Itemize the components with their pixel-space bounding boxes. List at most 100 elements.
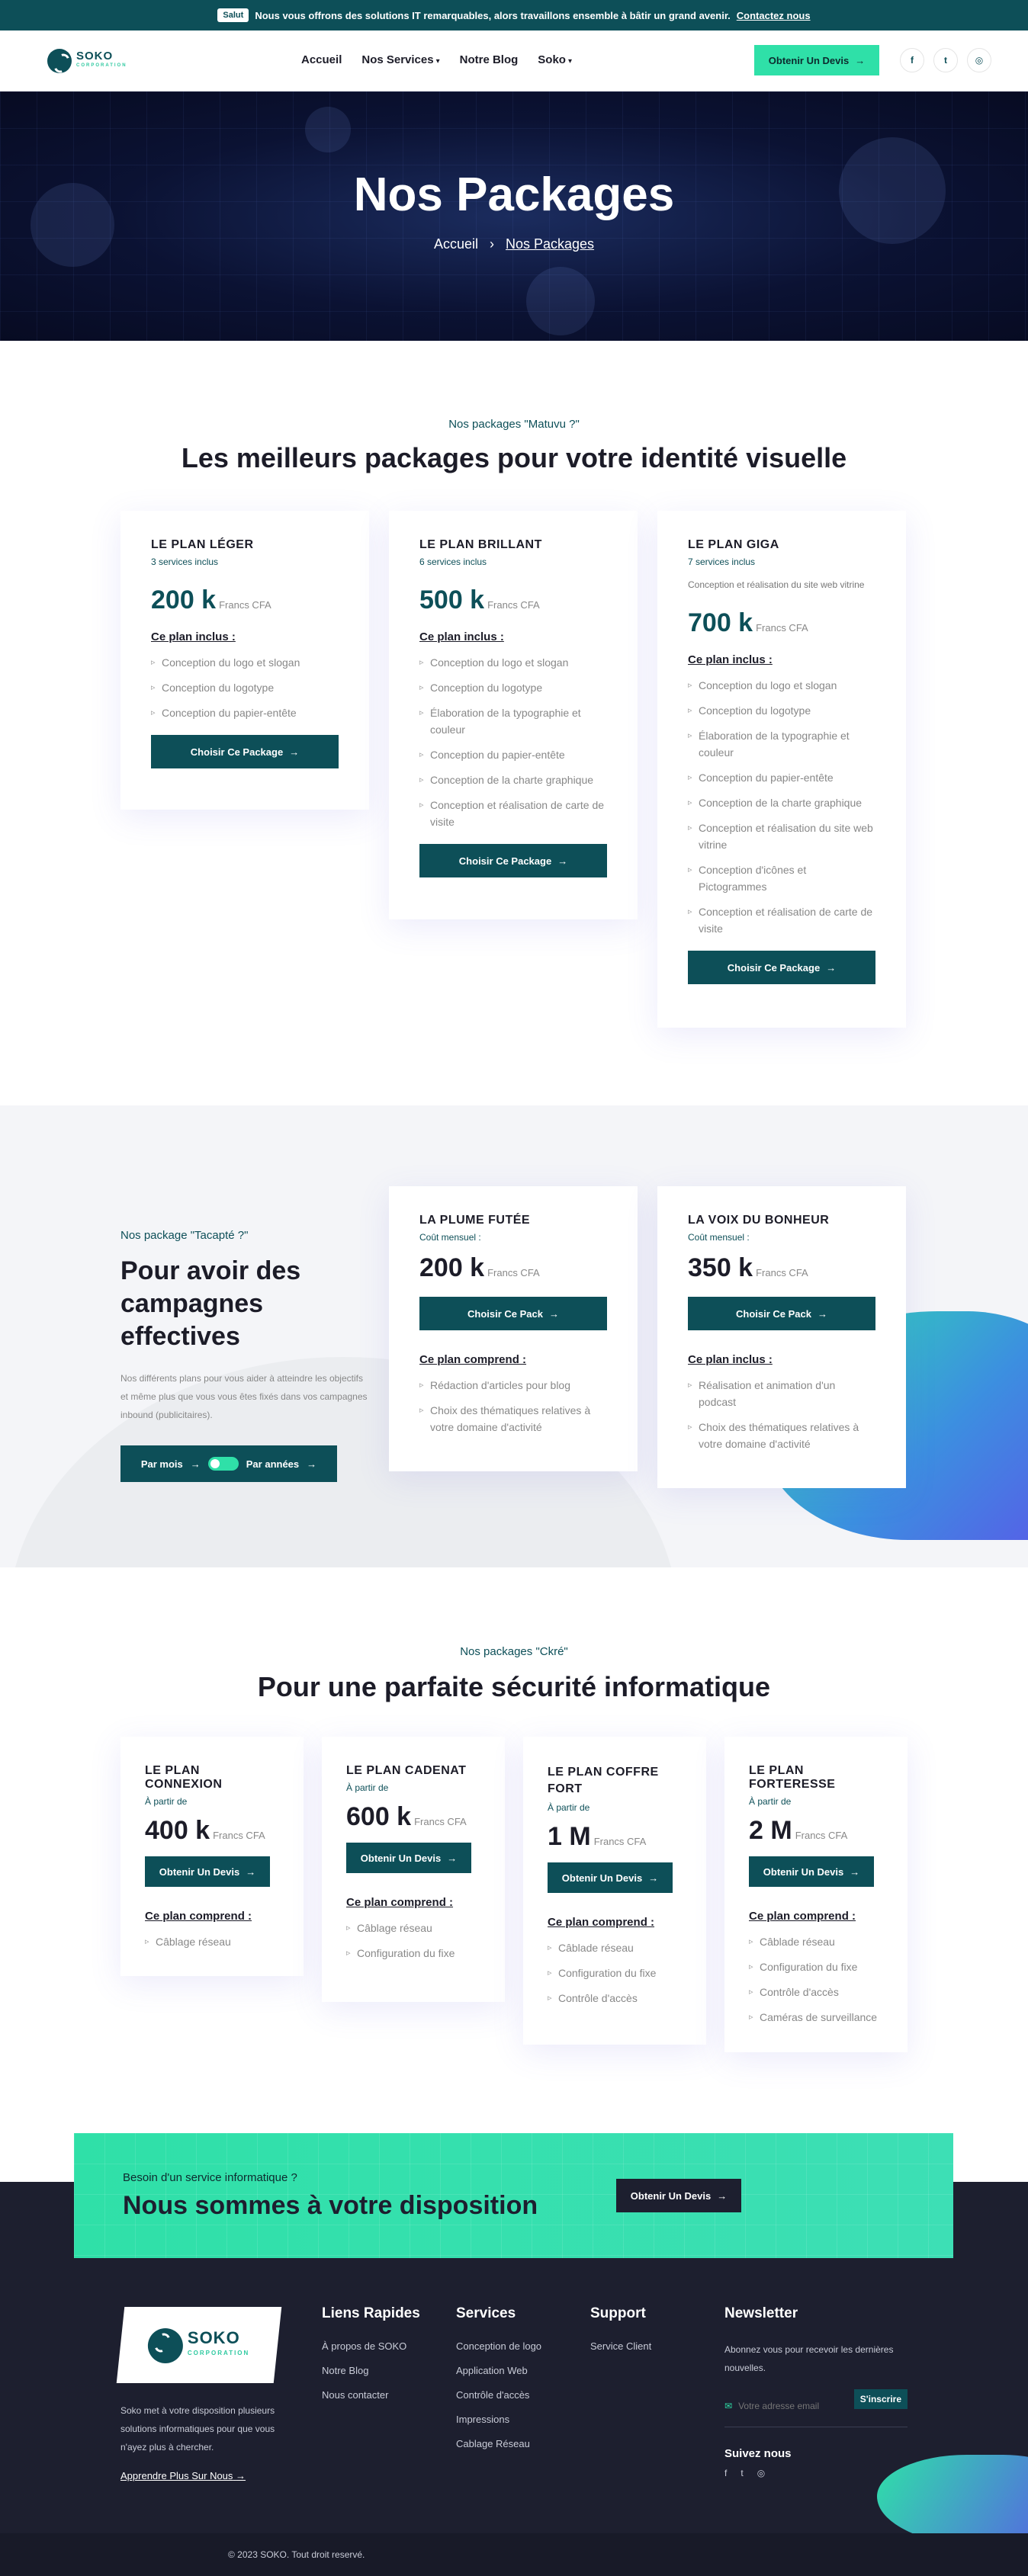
plan-feature: Conception de la charte graphique xyxy=(688,794,875,811)
arrow-right-icon: → xyxy=(307,1458,317,1470)
plan-feature: Conception et réalisation du site web vi… xyxy=(688,820,875,853)
footer-link[interactable]: Application Web xyxy=(456,2365,541,2376)
breadcrumb-home[interactable]: Accueil xyxy=(434,236,478,252)
twitter-icon[interactable]: t xyxy=(740,2468,743,2478)
plan-feature: Configuration du fixe xyxy=(346,1945,480,1962)
plan-services-count: 6 services inclus xyxy=(419,557,487,567)
billing-period-switch[interactable]: Par mois → Par années → xyxy=(120,1445,337,1482)
cta-quote-button[interactable]: Obtenir Un Devis → xyxy=(616,2179,741,2212)
plan-included-label: Ce plan comprend : xyxy=(419,1353,527,1366)
nav-nos-services[interactable]: Nos Services ▾ xyxy=(361,53,439,66)
plan-included-label: Ce plan inclus : xyxy=(151,630,236,643)
plan-feature: Conception du logotype xyxy=(151,679,339,696)
plan-included-label: Ce plan inclus : xyxy=(419,630,504,643)
header-quote-button[interactable]: Obtenir Un Devis → xyxy=(754,45,879,75)
footer-link[interactable]: Impressions xyxy=(456,2414,541,2425)
plan-name: LE PLAN BRILLANT xyxy=(419,538,542,551)
plan-cost-label: Coût mensuel : xyxy=(419,1232,481,1243)
plan-name: LE PLAN LÉGER xyxy=(151,538,254,551)
arrow-right-icon: → xyxy=(190,1458,201,1470)
plan-feature: Contrôle d'accès xyxy=(548,1990,682,2007)
plan-included-label: Ce plan comprend : xyxy=(145,1910,252,1923)
plan-currency: Francs CFA xyxy=(795,1830,848,1841)
footer-link[interactable]: À propos de SOKO xyxy=(322,2340,420,2352)
plan-description: Conception et réalisation du site web vi… xyxy=(688,579,865,590)
logo-tagline: CORPORATION xyxy=(76,63,127,68)
footer-link[interactable]: Notre Blog xyxy=(322,2365,420,2376)
subscribe-button[interactable]: S'inscrire xyxy=(853,2389,908,2409)
copyright-bar: © 2023 SOKO. Tout droit reservé. xyxy=(0,2533,1028,2576)
plan-feature: Conception du papier-entête xyxy=(688,769,875,786)
plan-feature: Contrôle d'accès xyxy=(749,1984,883,2000)
facebook-icon[interactable]: f xyxy=(724,2468,727,2478)
site-logo[interactable]: SOKO CORPORATION xyxy=(47,49,127,73)
matuvu-eyebrow: Nos packages "Matuvu ?" xyxy=(448,418,580,431)
footer-link[interactable]: Cablage Réseau xyxy=(456,2438,541,2449)
plan-included-label: Ce plan inclus : xyxy=(688,653,773,666)
get-quote-button[interactable]: Obtenir Un Devis → xyxy=(749,1856,874,1887)
twitter-icon[interactable]: t xyxy=(933,48,958,72)
announcement-text: Nous vous offrons des solutions IT remar… xyxy=(255,9,731,21)
get-quote-button[interactable]: Obtenir Un Devis → xyxy=(548,1862,673,1893)
nav-accueil[interactable]: Accueil xyxy=(301,53,342,66)
billing-toggle[interactable] xyxy=(207,1457,239,1471)
toggle-monthly-label[interactable]: Par mois xyxy=(141,1458,183,1470)
footer-col-quick-links: Liens Rapides À propos de SOKO Notre Blo… xyxy=(322,2305,420,2414)
plan-name: LE PLAN CONNEXION xyxy=(145,1764,223,1791)
header-social-links: f t ◎ xyxy=(900,48,991,72)
choose-pack-button[interactable]: Choisir Ce Pack → xyxy=(419,1297,607,1330)
kre-eyebrow: Nos packages "Ckré" xyxy=(460,1645,568,1658)
plan-feature: Élaboration de la typographie et couleur xyxy=(419,704,607,738)
footer-link[interactable]: Service Client xyxy=(590,2340,651,2352)
newsletter-email-input[interactable] xyxy=(738,2400,848,2411)
plan-price: 200 k xyxy=(151,585,217,614)
footer-link[interactable]: Conception de logo xyxy=(456,2340,541,2352)
salut-badge: Salut xyxy=(217,8,249,22)
choose-package-button[interactable]: Choisir Ce Package → xyxy=(151,735,339,768)
plan-feature: Conception d'icônes et Pictogrammes xyxy=(688,861,875,895)
plan-feature: Conception et réalisation de carte de vi… xyxy=(419,797,607,830)
plan-included-label: Ce plan inclus : xyxy=(688,1353,773,1366)
choose-package-button[interactable]: Choisir Ce Package → xyxy=(688,951,875,984)
get-quote-button[interactable]: Obtenir Un Devis → xyxy=(145,1856,270,1887)
plan-services-count: 3 services inclus xyxy=(151,557,219,567)
choose-pack-button[interactable]: Choisir Ce Pack → xyxy=(688,1297,875,1330)
plan-price: 200 k xyxy=(419,1253,485,1282)
arrow-right-icon: → xyxy=(826,961,837,974)
plan-included-label: Ce plan comprend : xyxy=(548,1916,655,1929)
footer-col-title: Liens Rapides xyxy=(322,2305,420,2321)
arrow-right-icon: → xyxy=(717,2189,728,2202)
footer-col-title: Services xyxy=(456,2305,516,2321)
security-card-connexion: LE PLAN CONNEXION À partir de 400 k Franc… xyxy=(120,1737,304,1976)
tacapte-eyebrow: Nos package "Tacapté ?" xyxy=(120,1229,249,1242)
plan-name: LA VOIX DU BONHEUR xyxy=(688,1214,830,1227)
plan-currency: Francs CFA xyxy=(756,1267,808,1278)
newsletter-title: Newsletter xyxy=(724,2305,798,2321)
plan-feature: Choix des thématiques relatives à votre … xyxy=(688,1419,875,1452)
instagram-icon[interactable]: ◎ xyxy=(757,2468,765,2478)
get-quote-button[interactable]: Obtenir Un Devis → xyxy=(346,1843,471,1873)
plan-feature: Réalisation et animation d'un podcast xyxy=(688,1377,875,1410)
footer-link[interactable]: Contrôle d'accès xyxy=(456,2389,541,2401)
plan-currency: Francs CFA xyxy=(593,1836,647,1847)
choose-package-button[interactable]: Choisir Ce Package → xyxy=(419,844,607,877)
nav-soko[interactable]: Soko ▾ xyxy=(538,53,572,66)
top-announcement-bar: Salut Nous vous offrons des solutions IT… xyxy=(0,0,1028,30)
plan-feature: Conception de la charte graphique xyxy=(419,772,607,788)
footer-about-link[interactable]: Apprendre Plus Sur Nous → xyxy=(120,2470,246,2481)
contact-link[interactable]: Contactez nous xyxy=(737,10,811,21)
plan-from-label: À partir de xyxy=(346,1782,389,1793)
plan-feature: Conception du logo et slogan xyxy=(151,654,339,671)
footer-link[interactable]: Nous contacter xyxy=(322,2389,420,2401)
facebook-icon[interactable]: f xyxy=(900,48,924,72)
soko-logo-icon xyxy=(147,2328,183,2363)
breadcrumb-current: Nos Packages xyxy=(506,236,595,252)
logo-tagline: CORPORATION xyxy=(187,2350,250,2356)
plan-feature: Conception du logo et slogan xyxy=(419,654,607,671)
plan-feature: Conception du papier-entête xyxy=(151,704,339,721)
nav-notre-blog[interactable]: Notre Blog xyxy=(460,53,519,66)
instagram-icon[interactable]: ◎ xyxy=(967,48,991,72)
toggle-yearly-label[interactable]: Par années xyxy=(246,1458,299,1470)
footer-logo[interactable]: SOKO CORPORATION xyxy=(116,2307,282,2383)
plan-name: LE PLAN GIGA xyxy=(688,538,779,551)
